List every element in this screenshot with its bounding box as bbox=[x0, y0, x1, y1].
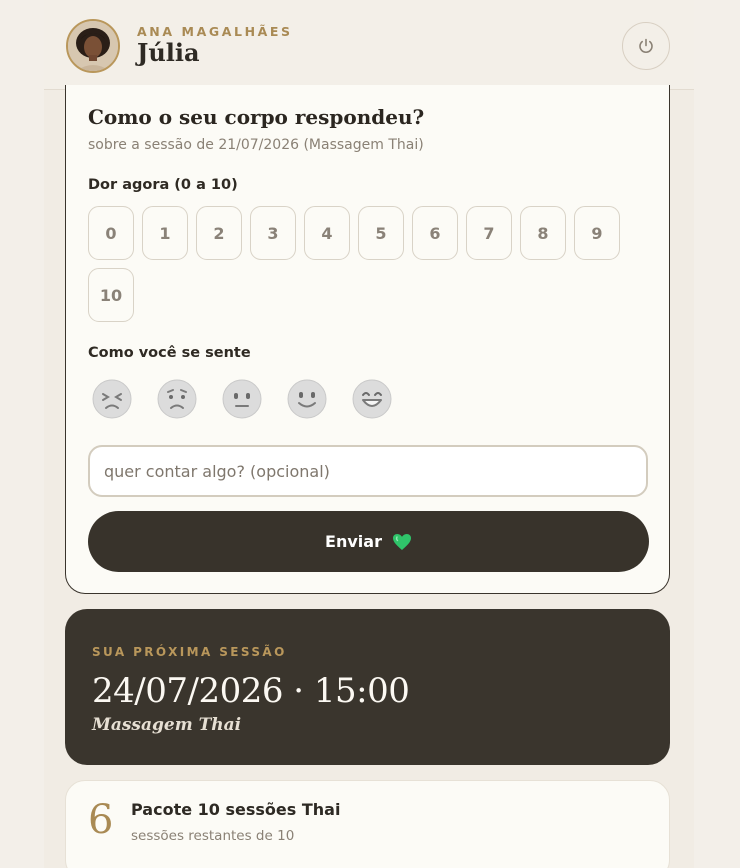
mood-neutral[interactable] bbox=[222, 379, 262, 419]
mood-worried[interactable] bbox=[157, 379, 197, 419]
pain-option-10[interactable]: 10 bbox=[88, 268, 134, 322]
smiling-face-icon bbox=[287, 379, 327, 419]
feedback-title: Como o seu corpo respondeu? bbox=[88, 105, 425, 129]
pain-option-7[interactable]: 7 bbox=[466, 206, 512, 260]
avatar bbox=[66, 19, 120, 73]
pain-option-2[interactable]: 2 bbox=[196, 206, 242, 260]
next-session-datetime: 24/07/2026 · 15:00 bbox=[92, 671, 410, 711]
send-button[interactable]: Enviar bbox=[88, 511, 649, 572]
pain-label: Dor agora (0 a 10) bbox=[88, 177, 238, 193]
mood-smiling[interactable] bbox=[287, 379, 327, 419]
mood-tired[interactable] bbox=[92, 379, 132, 419]
package-remaining-count: 6 bbox=[88, 797, 114, 843]
feedback-subtitle: sobre a sessão de 21/07/2026 (Massagem T… bbox=[88, 137, 424, 153]
header: ANA MAGALHÃES Júlia bbox=[44, 0, 694, 90]
pain-option-1[interactable]: 1 bbox=[142, 206, 188, 260]
power-icon bbox=[639, 38, 653, 53]
brand-name: ANA MAGALHÃES bbox=[137, 24, 293, 39]
pain-option-8[interactable]: 8 bbox=[520, 206, 566, 260]
pain-option-4[interactable]: 4 bbox=[304, 206, 350, 260]
logout-button[interactable] bbox=[622, 22, 670, 70]
pain-option-9[interactable]: 9 bbox=[574, 206, 620, 260]
next-session-card: SUA PRÓXIMA SESSÃO 24/07/2026 · 15:00 Ma… bbox=[65, 609, 670, 765]
user-name: Júlia bbox=[137, 38, 200, 67]
next-session-label: SUA PRÓXIMA SESSÃO bbox=[92, 645, 287, 659]
send-button-label: Enviar bbox=[325, 532, 382, 551]
app-container: ANA MAGALHÃES Júlia Como o seu corpo res… bbox=[44, 0, 694, 868]
pain-option-3[interactable]: 3 bbox=[250, 206, 296, 260]
feedback-card: Como o seu corpo respondeu? sobre a sess… bbox=[65, 85, 670, 594]
pain-option-6[interactable]: 6 bbox=[412, 206, 458, 260]
pain-option-0[interactable]: 0 bbox=[88, 206, 134, 260]
next-session-service: Massagem Thai bbox=[92, 715, 242, 735]
worried-face-icon bbox=[157, 379, 197, 419]
green-heart-icon bbox=[392, 533, 411, 550]
pain-option-5[interactable]: 5 bbox=[358, 206, 404, 260]
neutral-face-icon bbox=[222, 379, 262, 419]
package-card: 6 Pacote 10 sessões Thai sessões restant… bbox=[65, 780, 670, 868]
tired-face-icon bbox=[92, 379, 132, 419]
package-title: Pacote 10 sessões Thai bbox=[131, 800, 341, 819]
right-margin bbox=[694, 0, 740, 868]
left-margin bbox=[0, 0, 44, 868]
note-input[interactable] bbox=[88, 445, 648, 497]
avatar-image bbox=[68, 21, 118, 71]
mood-grinning[interactable] bbox=[352, 379, 392, 419]
package-subtitle: sessões restantes de 10 bbox=[131, 828, 295, 844]
grinning-face-icon bbox=[352, 379, 392, 419]
mood-label: Como você se sente bbox=[88, 345, 251, 361]
